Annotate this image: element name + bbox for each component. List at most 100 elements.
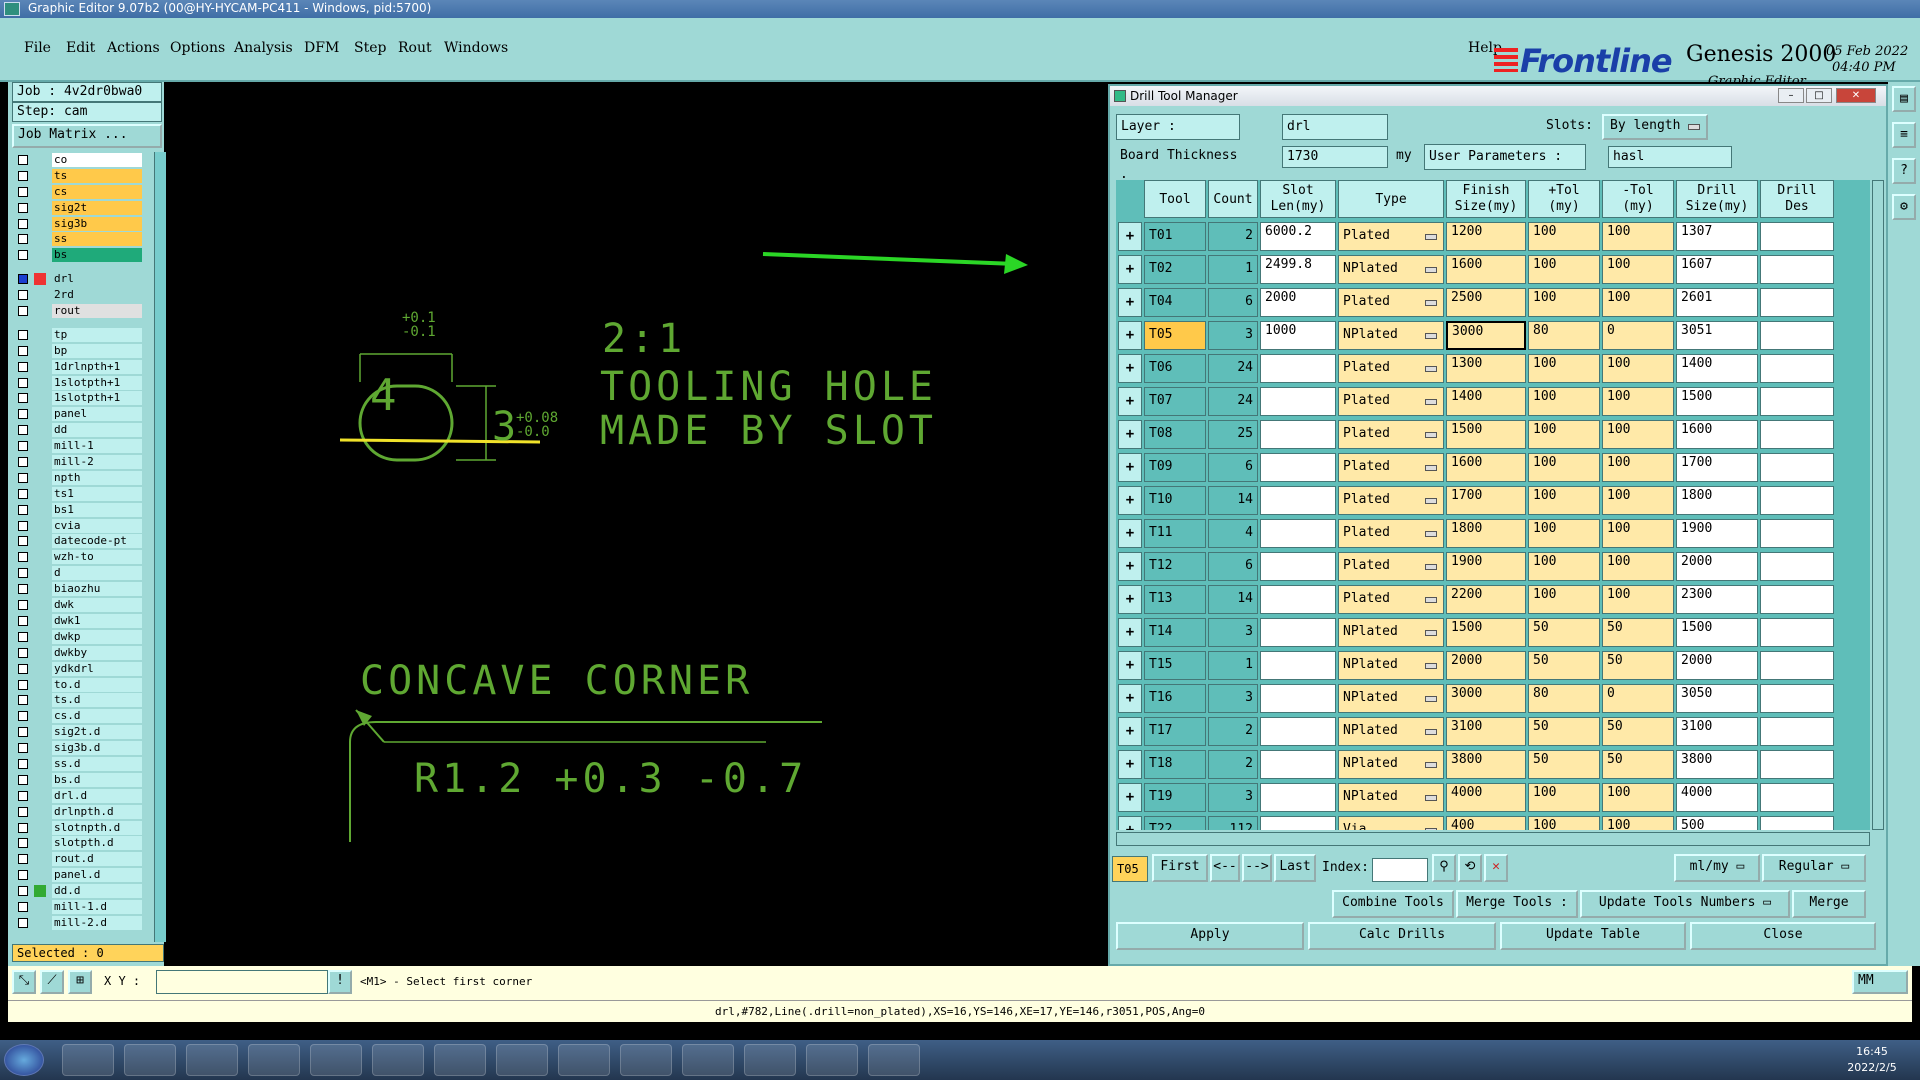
menu-windows[interactable]: Windows bbox=[444, 40, 508, 56]
plus-tol-input[interactable]: 50 bbox=[1528, 717, 1600, 746]
layer-row[interactable]: dwkby bbox=[12, 645, 142, 661]
expand-icon[interactable]: + bbox=[1118, 288, 1142, 317]
drill-size-input[interactable]: 1607 bbox=[1676, 255, 1758, 284]
plus-tol-input[interactable]: 100 bbox=[1528, 816, 1600, 830]
minus-tol-input[interactable]: 100 bbox=[1602, 387, 1674, 416]
finish-size-input[interactable]: 1400 bbox=[1446, 387, 1526, 416]
calc-drills-button[interactable]: Calc Drills bbox=[1308, 922, 1496, 950]
layer-row[interactable]: datecode-pt bbox=[12, 533, 142, 549]
plus-tol-input[interactable]: 100 bbox=[1528, 288, 1600, 317]
plus-tol-input[interactable]: 100 bbox=[1528, 486, 1600, 515]
layer-checkbox[interactable] bbox=[18, 727, 28, 738]
layer-row[interactable]: 1slotpth+1 bbox=[12, 390, 142, 406]
menu-edit[interactable]: Edit bbox=[66, 40, 95, 56]
tools-icon[interactable]: ≡ bbox=[1892, 122, 1916, 148]
expand-icon[interactable]: + bbox=[1118, 453, 1142, 482]
settings-icon[interactable]: ⚙ bbox=[1892, 194, 1916, 220]
minus-tol-input[interactable]: 50 bbox=[1602, 651, 1674, 680]
finish-size-input[interactable]: 1800 bbox=[1446, 519, 1526, 548]
layer-checkbox[interactable] bbox=[18, 202, 28, 213]
type-dropdown[interactable]: NPlated bbox=[1338, 651, 1444, 680]
start-button[interactable] bbox=[4, 1044, 44, 1076]
drill-des-input[interactable] bbox=[1760, 387, 1834, 416]
last-button[interactable]: Last bbox=[1274, 854, 1316, 882]
layer-row[interactable]: sig2t.d bbox=[12, 724, 142, 740]
index-input[interactable] bbox=[1372, 858, 1428, 882]
type-dropdown[interactable]: Plated bbox=[1338, 552, 1444, 581]
layer-checkbox[interactable] bbox=[18, 568, 28, 579]
expand-icon[interactable]: + bbox=[1118, 585, 1142, 614]
drill-size-input[interactable]: 1600 bbox=[1676, 420, 1758, 449]
plus-tol-input[interactable]: 100 bbox=[1528, 222, 1600, 251]
type-dropdown[interactable]: NPlated bbox=[1338, 783, 1444, 812]
minus-tol-input[interactable]: 100 bbox=[1602, 585, 1674, 614]
type-dropdown[interactable]: Plated bbox=[1338, 222, 1444, 251]
type-dropdown[interactable]: Plated bbox=[1338, 453, 1444, 482]
type-dropdown[interactable]: NPlated bbox=[1338, 750, 1444, 779]
plus-tol-input[interactable]: 50 bbox=[1528, 618, 1600, 647]
search-icon[interactable]: ⚲ bbox=[1432, 854, 1456, 882]
slot-length-input[interactable] bbox=[1260, 486, 1336, 515]
layer-row[interactable]: cvia bbox=[12, 518, 142, 534]
slot-length-input[interactable] bbox=[1260, 651, 1336, 680]
drill-des-input[interactable] bbox=[1760, 750, 1834, 779]
expand-icon[interactable]: + bbox=[1118, 783, 1142, 812]
finish-size-input[interactable]: 1500 bbox=[1446, 618, 1526, 647]
finish-size-input[interactable]: 1500 bbox=[1446, 420, 1526, 449]
layer-row[interactable]: d bbox=[12, 565, 142, 581]
minus-tol-input[interactable]: 100 bbox=[1602, 255, 1674, 284]
minus-tol-input[interactable]: 100 bbox=[1602, 486, 1674, 515]
layer-row[interactable]: cs bbox=[12, 184, 142, 200]
layer-checkbox[interactable] bbox=[18, 615, 28, 626]
minus-tol-input[interactable]: 50 bbox=[1602, 618, 1674, 647]
menu-step[interactable]: Step bbox=[354, 40, 386, 56]
tool-row[interactable]: + T15 1 NPlated 2000 50 50 2000 bbox=[1116, 649, 1870, 682]
drill-size-input[interactable]: 2000 bbox=[1676, 651, 1758, 680]
type-dropdown[interactable]: Plated bbox=[1338, 387, 1444, 416]
layer-row[interactable]: mill-2 bbox=[12, 454, 142, 470]
tool-row[interactable]: + T01 2 6000.2 Plated 1200 100 100 1307 bbox=[1116, 220, 1870, 253]
warning-icon[interactable]: ! bbox=[328, 970, 352, 994]
update-tools-numbers-dropdown[interactable]: Update Tools Numbers ▭ bbox=[1580, 890, 1790, 918]
menu-analysis[interactable]: Analysis bbox=[234, 40, 293, 56]
expand-icon[interactable]: + bbox=[1118, 387, 1142, 416]
tool-row[interactable]: + T02 1 2499.8 NPlated 1600 100 100 1607 bbox=[1116, 253, 1870, 286]
measure-icon[interactable]: ⟋ bbox=[40, 970, 64, 994]
layer-checkbox[interactable] bbox=[18, 822, 28, 833]
layer-row[interactable]: mill-1.d bbox=[12, 899, 142, 915]
plus-tol-input[interactable]: 100 bbox=[1528, 585, 1600, 614]
finish-size-input[interactable]: 4000 bbox=[1446, 783, 1526, 812]
tool-row[interactable]: + T06 24 Plated 1300 100 100 1400 bbox=[1116, 352, 1870, 385]
drill-size-input[interactable]: 500 bbox=[1676, 816, 1758, 830]
layer-row[interactable]: rout.d bbox=[12, 851, 142, 867]
menu-rout[interactable]: Rout bbox=[398, 40, 432, 56]
finish-size-input[interactable]: 3800 bbox=[1446, 750, 1526, 779]
minus-tol-input[interactable]: 100 bbox=[1602, 519, 1674, 548]
layer-checkbox[interactable] bbox=[18, 290, 28, 301]
units-dropdown[interactable]: ml/my ▭ bbox=[1674, 854, 1760, 882]
layer-checkbox[interactable] bbox=[18, 552, 28, 563]
taskbar-app-icon[interactable] bbox=[744, 1044, 796, 1076]
tool-row[interactable]: + T04 6 2000 Plated 2500 100 100 2601 bbox=[1116, 286, 1870, 319]
tool-row[interactable]: + T05 3 1000 NPlated 3000 80 0 3051 bbox=[1116, 319, 1870, 352]
taskbar-app-icon[interactable] bbox=[434, 1044, 486, 1076]
drill-size-input[interactable]: 2300 bbox=[1676, 585, 1758, 614]
table-horizontal-scrollbar[interactable] bbox=[1116, 832, 1870, 846]
slot-length-input[interactable] bbox=[1260, 387, 1336, 416]
layer-checkbox[interactable] bbox=[18, 186, 28, 197]
tool-row[interactable]: + T11 4 Plated 1800 100 100 1900 bbox=[1116, 517, 1870, 550]
layer-row[interactable]: npth bbox=[12, 470, 142, 486]
layer-checkbox[interactable] bbox=[18, 472, 28, 483]
tool-row[interactable]: + T09 6 Plated 1600 100 100 1700 bbox=[1116, 451, 1870, 484]
layer-row[interactable]: dwk bbox=[12, 597, 142, 613]
tool-row[interactable]: + T08 25 Plated 1500 100 100 1600 bbox=[1116, 418, 1870, 451]
minus-tol-input[interactable]: 100 bbox=[1602, 354, 1674, 383]
drill-des-input[interactable] bbox=[1760, 585, 1834, 614]
layer-row[interactable]: sig3b bbox=[12, 216, 142, 232]
layer-checkbox[interactable] bbox=[18, 584, 28, 595]
expand-icon[interactable]: + bbox=[1118, 321, 1142, 350]
prev-button[interactable]: <-- bbox=[1210, 854, 1240, 882]
taskbar-app-icon[interactable] bbox=[124, 1044, 176, 1076]
slot-length-input[interactable] bbox=[1260, 453, 1336, 482]
layer-checkbox[interactable] bbox=[18, 329, 28, 340]
